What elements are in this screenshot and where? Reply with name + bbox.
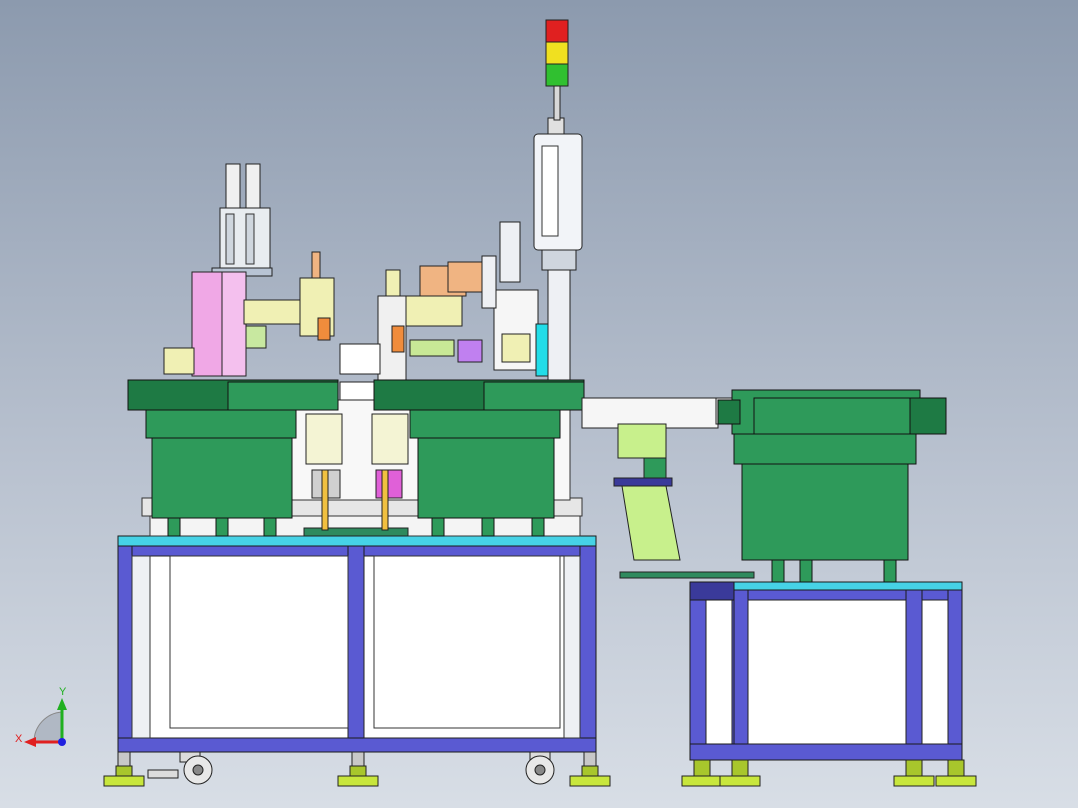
coordinate-triad	[24, 698, 67, 747]
center-press-module	[339, 261, 487, 401]
left-frame-feet	[103, 751, 611, 787]
triad-x-arrow-icon	[24, 737, 36, 747]
triad-y-label: Y	[59, 686, 67, 698]
triad-y-arrow-icon	[57, 698, 67, 710]
right-machine-frame	[689, 581, 963, 761]
right-frame-feet	[681, 759, 977, 787]
sloped-chute	[613, 423, 755, 579]
cad-viewport[interactable]: X Y	[0, 0, 1078, 808]
right-bowl-feeder	[717, 389, 947, 583]
stack-light-red	[545, 19, 569, 43]
triad-x-label: X	[15, 733, 23, 745]
control-box	[533, 117, 583, 251]
stack-light-yellow	[545, 41, 569, 65]
left-machine-frame	[117, 535, 597, 753]
triad-z-axis-dot	[58, 738, 66, 746]
assembly-model	[24, 19, 977, 787]
triad-plane-icon	[33, 711, 63, 743]
stack-light	[545, 19, 569, 121]
left-press-module	[163, 163, 335, 377]
stack-light-green	[545, 63, 569, 87]
